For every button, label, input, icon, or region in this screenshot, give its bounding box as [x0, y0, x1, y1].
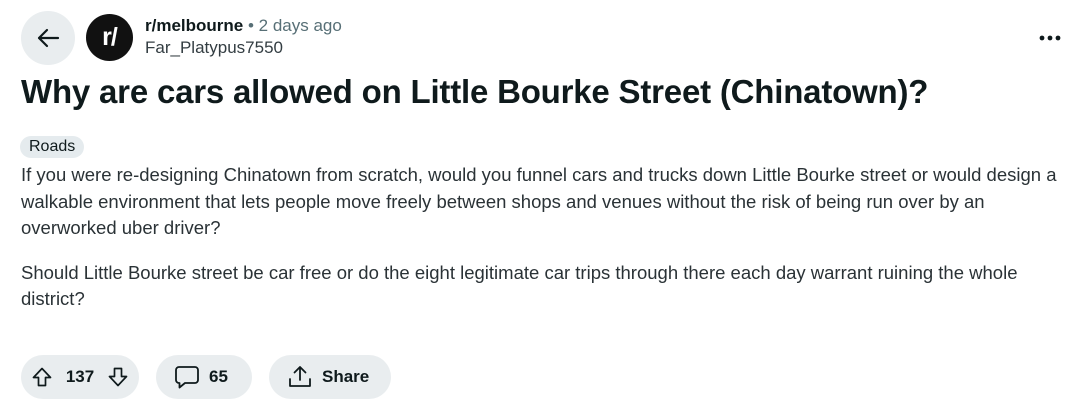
post-paragraph: If you were re-designing Chinatown from … — [21, 164, 1057, 238]
arrow-up-icon[interactable] — [31, 366, 53, 388]
subreddit-link[interactable]: r/melbourne — [145, 16, 243, 35]
post-title: Why are cars allowed on Little Bourke St… — [21, 73, 929, 110]
post-timestamp: 2 days ago — [258, 16, 342, 35]
arrow-left-icon — [34, 24, 62, 52]
comment-count: 65 — [209, 367, 228, 386]
post-flair[interactable]: Roads — [20, 136, 85, 158]
overflow-menu-button[interactable] — [1036, 26, 1064, 50]
post-body: If you were re-designing Chinatown from … — [21, 162, 1066, 331]
post-detail: r/ r/melbourne • 2 days ago Far_Platypus… — [0, 0, 1080, 415]
arrow-down-icon[interactable] — [107, 366, 129, 388]
subreddit-avatar[interactable]: r/ — [86, 14, 133, 61]
post-meta: r/melbourne • 2 days ago Far_Platypus755… — [145, 15, 342, 59]
share-icon — [287, 364, 313, 390]
comments-button[interactable]: 65 — [156, 355, 252, 399]
share-label: Share — [322, 367, 370, 386]
back-button[interactable] — [21, 11, 75, 65]
share-button[interactable]: Share — [269, 355, 391, 399]
post-actions: 137 65 Share — [21, 355, 391, 399]
more-horizontal-icon — [1039, 35, 1061, 41]
meta-separator: • — [247, 16, 254, 35]
speech-bubble-icon — [174, 364, 200, 390]
author-link[interactable]: Far_Platypus7550 — [145, 38, 283, 57]
vote-control: 137 — [21, 355, 139, 399]
subreddit-avatar-label: r/ — [102, 23, 118, 51]
post-paragraph: Should Little Bourke street be car free … — [21, 261, 1018, 310]
vote-count: 137 — [65, 367, 95, 386]
